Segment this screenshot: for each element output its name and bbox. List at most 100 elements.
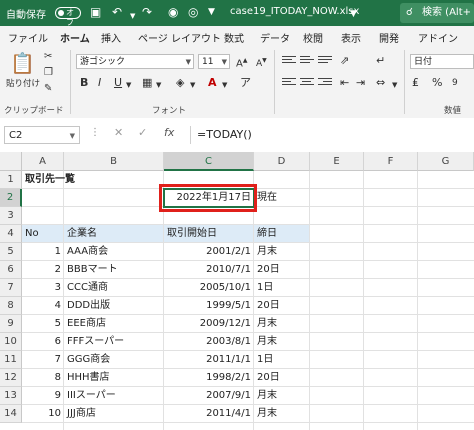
row-header[interactable]: 7 xyxy=(0,279,22,297)
table-cell-no[interactable]: 9 xyxy=(22,387,64,405)
row-header[interactable]: 9 xyxy=(0,315,22,333)
table-cell-company[interactable]: IIIスーパー xyxy=(64,387,164,405)
align-middle-icon[interactable] xyxy=(300,56,314,68)
row-header[interactable]: 1 xyxy=(0,171,22,189)
merge-center-icon[interactable]: ⇔ xyxy=(376,76,385,90)
chevron-down-icon[interactable]: ▼ xyxy=(156,78,161,92)
decrease-indent-icon[interactable]: ⇤ xyxy=(340,76,349,90)
orientation-icon[interactable]: ⇗ xyxy=(340,54,349,68)
table-cell-company[interactable]: EEE商店 xyxy=(64,315,164,333)
paste-label[interactable]: 貼り付け xyxy=(6,77,40,91)
header-cell-no[interactable]: No xyxy=(22,225,64,243)
table-cell-no[interactable]: 3 xyxy=(22,279,64,297)
tab-review[interactable]: 校閲 xyxy=(303,30,323,45)
table-cell-closing-day[interactable]: 1日 xyxy=(254,351,310,369)
table-cell-company[interactable]: AAA商会 xyxy=(64,243,164,261)
column-header-a[interactable]: A xyxy=(22,152,64,171)
table-cell-closing-day[interactable]: 1日 xyxy=(254,279,310,297)
row-header[interactable]: 8 xyxy=(0,297,22,315)
save-icon[interactable]: ▣ xyxy=(90,5,101,19)
table-cell-closing-day[interactable]: 20日 xyxy=(254,261,310,279)
bold-icon[interactable]: B xyxy=(80,76,88,90)
increase-font-icon[interactable]: A▲ xyxy=(236,54,247,71)
font-name-dropdown[interactable]: 游ゴシック ▼ xyxy=(76,54,194,69)
row-header[interactable]: 14 xyxy=(0,405,22,423)
table-cell-closing-day[interactable]: 20日 xyxy=(254,369,310,387)
italic-icon[interactable]: I xyxy=(98,76,101,90)
header-cell-start-date[interactable]: 取引開始日 xyxy=(164,225,254,243)
table-cell-company[interactable]: JJJ商店 xyxy=(64,405,164,423)
touch-mode-icon[interactable]: ◎ xyxy=(188,5,198,19)
tab-file[interactable]: ファイル xyxy=(8,30,48,45)
table-cell-start-date[interactable]: 2003/8/1 xyxy=(164,333,254,351)
chevron-down-icon[interactable]: ▼ xyxy=(126,78,131,92)
tab-data[interactable]: データ xyxy=(260,30,290,45)
comma-style-icon[interactable]: 9 xyxy=(452,76,458,90)
font-color-icon[interactable]: A xyxy=(208,76,217,90)
chevron-down-icon[interactable]: ▼ xyxy=(222,78,227,92)
table-cell-closing-day[interactable]: 月末 xyxy=(254,405,310,423)
table-cell-no[interactable]: 1 xyxy=(22,243,64,261)
table-cell-start-date[interactable]: 1999/5/1 xyxy=(164,297,254,315)
camera-icon[interactable]: ◉ xyxy=(168,5,178,19)
insert-function-icon[interactable]: fx xyxy=(164,126,174,139)
formula-input[interactable]: =TODAY() xyxy=(190,126,474,144)
redo-icon[interactable]: ↷ xyxy=(142,5,152,19)
name-box[interactable]: C2 ▼ xyxy=(4,126,80,144)
row-header[interactable]: 12 xyxy=(0,369,22,387)
column-header-b[interactable]: B xyxy=(64,152,164,171)
title-dropdown-icon[interactable]: ▼ xyxy=(350,7,357,21)
table-cell-company[interactable]: DDD出版 xyxy=(64,297,164,315)
table-cell-company[interactable]: BBBマート xyxy=(64,261,164,279)
table-cell-start-date[interactable]: 2005/10/1 xyxy=(164,279,254,297)
tab-page-layout[interactable]: ページ レイアウト xyxy=(138,30,221,45)
fill-color-icon[interactable]: ◈ xyxy=(176,76,184,90)
header-cell-company[interactable]: 企業名 xyxy=(64,225,164,243)
table-cell-no[interactable]: 8 xyxy=(22,369,64,387)
row-header[interactable]: 4 xyxy=(0,225,22,243)
row-header[interactable]: 6 xyxy=(0,261,22,279)
customize-toolbar-icon[interactable]: ▼ xyxy=(208,5,215,19)
percent-icon[interactable]: % xyxy=(432,76,442,90)
paste-icon[interactable]: 📋 xyxy=(10,52,35,74)
tab-developer[interactable]: 開発 xyxy=(379,30,399,45)
underline-icon[interactable]: U xyxy=(114,76,122,90)
chevron-down-icon[interactable]: ▼ xyxy=(392,78,397,92)
tab-addins[interactable]: アドイン xyxy=(418,30,458,45)
row-header[interactable]: 13 xyxy=(0,387,22,405)
wrap-text-icon[interactable]: ↵ xyxy=(376,54,385,68)
phonetic-icon[interactable]: ア xyxy=(240,76,251,90)
search-box[interactable]: ☌ 検索 (Alt+ xyxy=(400,3,474,23)
table-cell-no[interactable]: 6 xyxy=(22,333,64,351)
align-center-icon[interactable] xyxy=(300,78,314,90)
table-cell-start-date[interactable]: 2010/7/1 xyxy=(164,261,254,279)
cancel-icon[interactable]: ✕ xyxy=(114,126,123,139)
more-options-icon[interactable]: ⋮ xyxy=(90,127,100,138)
row-header[interactable]: 11 xyxy=(0,351,22,369)
table-cell-start-date[interactable]: 1998/2/1 xyxy=(164,369,254,387)
undo-icon[interactable]: ↶ xyxy=(112,5,122,19)
tab-view[interactable]: 表示 xyxy=(341,30,361,45)
enter-icon[interactable]: ✓ xyxy=(138,126,147,139)
table-cell-no[interactable]: 2 xyxy=(22,261,64,279)
tab-insert[interactable]: 挿入 xyxy=(101,30,121,45)
table-cell-no[interactable]: 7 xyxy=(22,351,64,369)
header-cell-closing-day[interactable]: 締日 xyxy=(254,225,310,243)
sheet-title-cell[interactable]: 取引先一覧 xyxy=(22,171,75,189)
select-all-button[interactable] xyxy=(0,152,22,171)
table-cell-closing-day[interactable]: 20日 xyxy=(254,297,310,315)
border-icon[interactable]: ▦ xyxy=(142,76,152,90)
table-cell-start-date[interactable]: 2011/1/1 xyxy=(164,351,254,369)
table-cell-no[interactable]: 5 xyxy=(22,315,64,333)
row-header[interactable]: 10 xyxy=(0,333,22,351)
copy-icon[interactable]: ❐ xyxy=(44,66,53,80)
cut-icon[interactable]: ✂ xyxy=(44,50,52,64)
table-cell-start-date[interactable]: 2011/4/1 xyxy=(164,405,254,423)
row-header[interactable]: 2 xyxy=(0,189,22,207)
row-header[interactable]: 5 xyxy=(0,243,22,261)
row-header[interactable]: 3 xyxy=(0,207,22,225)
table-cell-start-date[interactable]: 2009/12/1 xyxy=(164,315,254,333)
chevron-down-icon[interactable]: ▼ xyxy=(190,78,195,92)
table-cell-closing-day[interactable]: 月末 xyxy=(254,387,310,405)
table-cell-closing-day[interactable]: 月末 xyxy=(254,243,310,261)
